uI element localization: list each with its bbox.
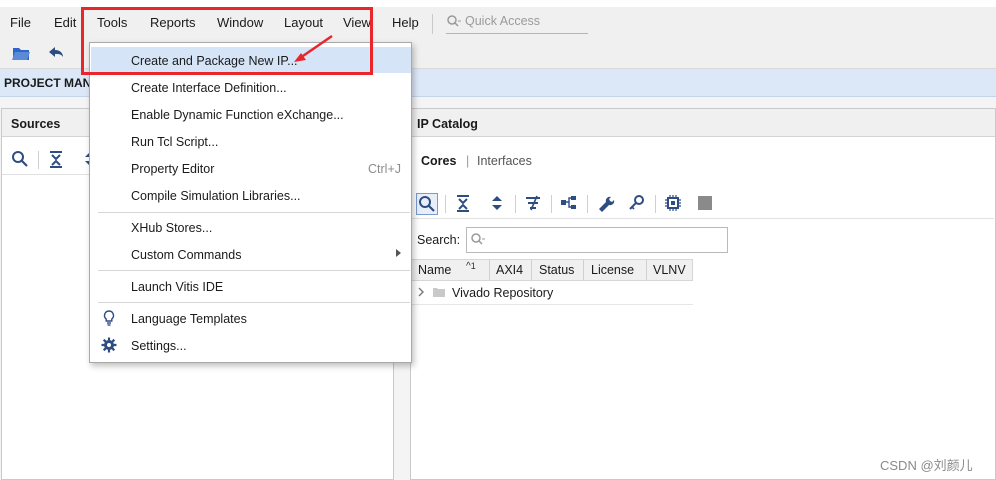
collapse-all-icon[interactable] [453,193,475,215]
menu-item-compile-sim-libs[interactable]: Compile Simulation Libraries... [91,182,411,208]
expand-all-icon[interactable] [487,193,509,215]
search-label: Search: [417,233,461,247]
toolbar-divider [38,151,39,169]
column-divider [583,260,584,280]
chevron-right-icon[interactable] [417,286,427,301]
toolbar-divider [587,195,588,213]
toolbar-divider [515,195,516,213]
menu-file[interactable]: File [10,15,31,30]
folder-icon [432,286,446,301]
menu-item-property-editor[interactable]: Property Editor Ctrl+J [91,155,411,181]
ip-catalog-title: IP Catalog [417,117,478,131]
annotation-arrow-icon [294,34,333,62]
key-icon[interactable] [627,193,649,215]
menu-separator [98,212,410,213]
lightbulb-icon [101,310,117,326]
search-input[interactable] [466,227,728,253]
quick-access-input[interactable]: Quick Access [446,12,588,34]
menu-item-create-interface[interactable]: Create Interface Definition... [91,74,411,100]
column-status[interactable]: Status [539,263,574,277]
search-icon [446,14,462,33]
watermark: CSDN @刘颜儿 [880,458,973,473]
sort-order: 1 [470,261,476,271]
toolbar-divider [655,195,656,213]
chip-icon[interactable] [663,193,685,215]
menu-item-label: Create Interface Definition... [131,81,287,95]
column-name[interactable]: Name [418,263,451,277]
menu-separator [98,302,410,303]
menu-item-label: Custom Commands [131,248,242,262]
tab-interfaces[interactable]: Interfaces [477,154,532,168]
column-license[interactable]: License [591,263,634,277]
sources-panel-title: Sources [11,117,61,131]
menu-item-label: Language Templates [131,312,247,326]
column-divider [531,260,532,280]
search-icon[interactable] [10,149,30,172]
menu-item-label: Run Tcl Script... [131,135,219,149]
menu-separator [98,270,410,271]
quick-access-placeholder: Quick Access [465,14,541,28]
menu-help[interactable]: Help [392,15,419,30]
shortcut-label: Ctrl+J [368,162,401,176]
stop-icon[interactable] [695,193,717,215]
collapse-all-icon[interactable] [46,149,66,172]
ip-catalog-panel: IP Catalog Cores | Interfaces Search: Na… [410,108,996,480]
menu-item-label: Compile Simulation Libraries... [131,189,301,203]
column-vlnv[interactable]: VLNV [653,263,686,277]
undo-icon[interactable] [44,42,66,64]
sort-indicator[interactable]: ^1 [466,261,476,272]
menu-divider [432,14,433,34]
menu-item-xhub-stores[interactable]: XHub Stores... [91,214,411,240]
tools-dropdown-menu: Create and Package New IP... Create Inte… [89,42,412,363]
menu-item-settings[interactable]: Settings... [91,332,411,358]
tab-cores[interactable]: Cores [421,154,456,168]
table-header: Name ^1 AXI4 Status License VLNV [411,259,693,281]
menu-item-enable-dfx[interactable]: Enable Dynamic Function eXchange... [91,101,411,127]
open-folder-icon[interactable] [10,42,32,64]
toolbar-divider [551,195,552,213]
menu-item-custom-commands[interactable]: Custom Commands [91,241,411,267]
ip-catalog-toolbar [411,189,994,219]
menu-item-label: Property Editor [131,162,215,176]
search-icon[interactable] [416,193,438,215]
ip-catalog-header: IP Catalog [411,109,995,137]
repository-label: Vivado Repository [452,286,554,300]
gear-icon [101,337,117,353]
search-icon [470,232,486,251]
menu-edit[interactable]: Edit [54,15,76,30]
hierarchy-icon[interactable] [559,193,581,215]
menu-item-label: Settings... [131,339,187,353]
menu-item-label: XHub Stores... [131,221,213,235]
wrench-icon[interactable] [595,193,617,215]
menu-item-launch-vitis[interactable]: Launch Vitis IDE [91,273,411,299]
submenu-arrow-icon [396,249,401,257]
menu-item-run-tcl[interactable]: Run Tcl Script... [91,128,411,154]
menu-item-label: Enable Dynamic Function eXchange... [131,108,344,122]
column-divider [646,260,647,280]
toolbar-divider [445,195,446,213]
menu-item-language-templates[interactable]: Language Templates [91,305,411,331]
column-axi4[interactable]: AXI4 [496,263,523,277]
table-row[interactable]: Vivado Repository [411,281,693,305]
project-manager-label: PROJECT MANA [4,76,101,90]
filter-icon[interactable] [523,193,545,215]
menu-item-label: Launch Vitis IDE [131,280,224,294]
column-divider [489,260,490,280]
tab-divider: | [466,154,470,168]
